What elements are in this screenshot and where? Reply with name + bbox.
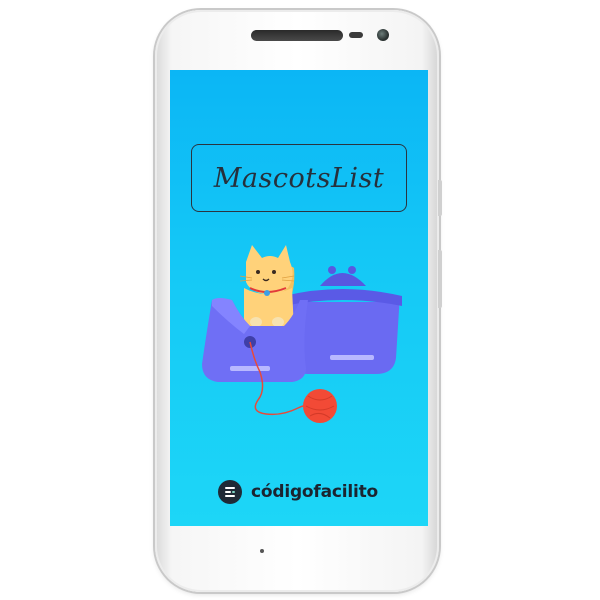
earpiece-speaker [251, 30, 343, 41]
app-title: MascotsList [213, 162, 385, 194]
microphone-dot [260, 549, 264, 553]
volume-button [438, 250, 442, 308]
codigofacilito-logo-icon [218, 480, 242, 504]
cat-icon [239, 245, 295, 330]
device-mockup: MascotsList códigofacilito [0, 0, 600, 600]
app-title-box: MascotsList [191, 144, 407, 212]
proximity-sensor [349, 32, 363, 38]
cat-in-bag-illustration [202, 245, 402, 423]
brand-name: códigofacilito [251, 482, 379, 502]
power-button [438, 180, 442, 216]
app-screen[interactable]: MascotsList códigofacilito [170, 70, 428, 526]
brand-footer: códigofacilito [218, 480, 378, 504]
front-camera-icon [377, 29, 389, 41]
yarn-ball-icon [303, 389, 337, 423]
